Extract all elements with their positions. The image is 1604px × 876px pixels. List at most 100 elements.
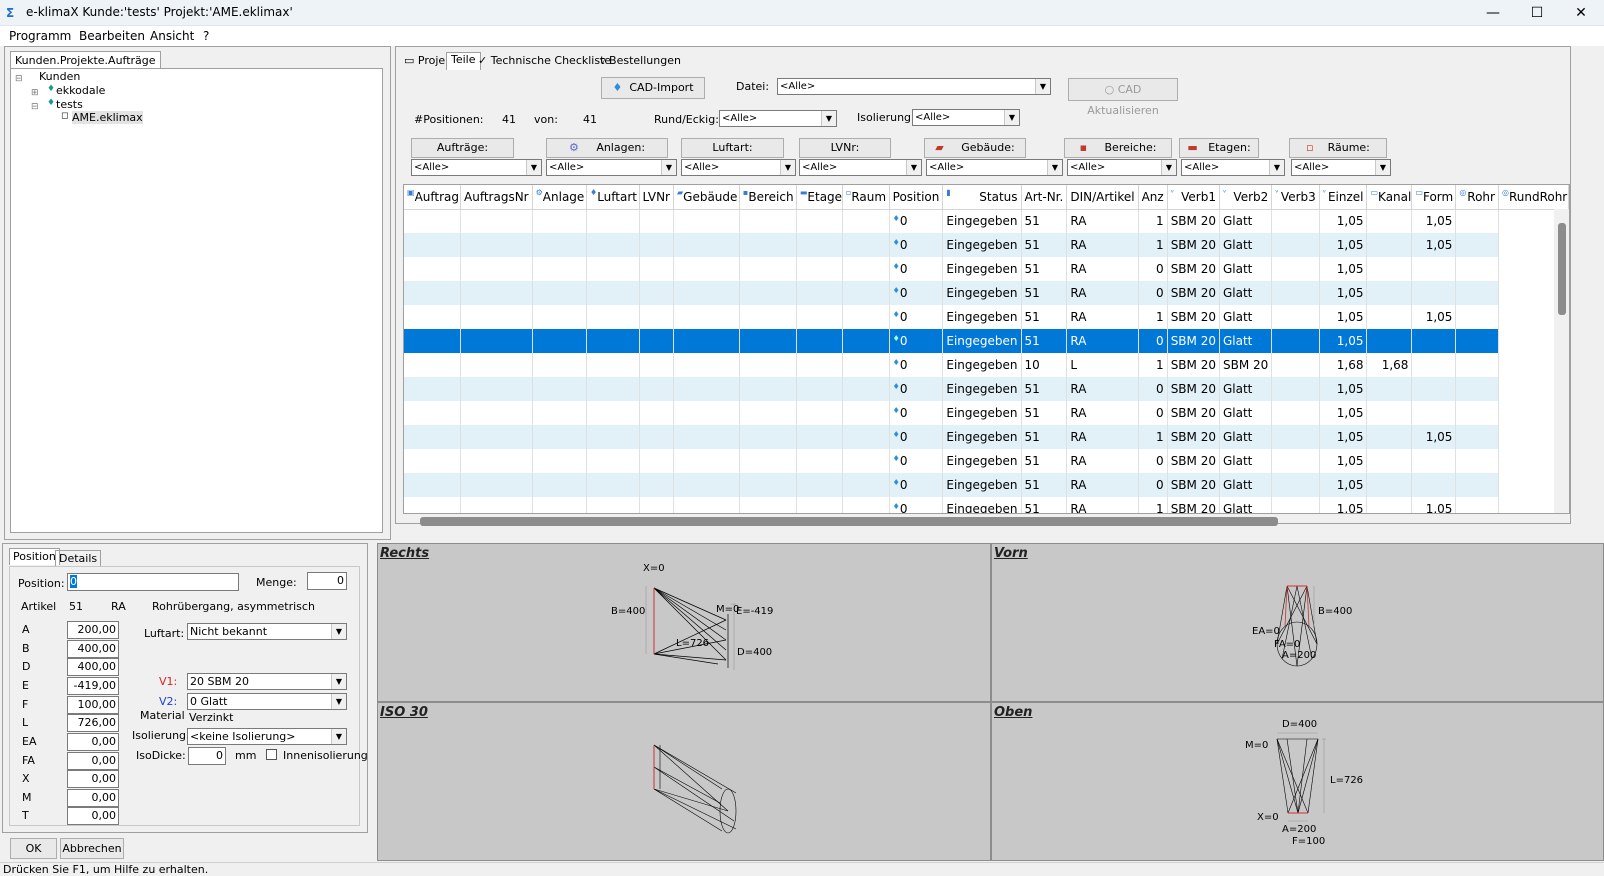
tab-checkliste[interactable]: ✓ Technische Checkliste (478, 54, 611, 67)
column-header[interactable]: LVNr (639, 185, 674, 210)
abbrechen-button[interactable]: Abbrechen (60, 838, 124, 859)
filter-auftraege-select[interactable]: <Alle> ▼ (411, 159, 542, 176)
column-header[interactable]: Position (889, 185, 944, 210)
tree-item-tests[interactable]: tests (56, 98, 83, 111)
column-header[interactable]: ▭ Kanal (1366, 185, 1413, 210)
table-row[interactable]: ♦0 Eingegeben 51 RA 0 SBM 20 Glatt 1,05 (404, 401, 1569, 425)
column-header[interactable]: ▰ Gebäude (673, 185, 740, 210)
table-row[interactable]: ♦0 Eingegeben 10 L 1 SBM 20 SBM 20 1,68 1,68 (404, 353, 1569, 377)
table-row[interactable]: ♦0 Eingegeben 51 RA 1 SBM 20 Glatt 1,05 1,05 (404, 233, 1569, 257)
table-row[interactable]: ♦0 Eingegeben 51 RA 1 SBM 20 Glatt 1,05 1,05 (404, 209, 1569, 233)
table-row[interactable]: ♦0 Eingegeben 51 RA 0 SBM 20 Glatt 1,05 (404, 449, 1569, 473)
column-header[interactable]: ♦ Luftart (586, 185, 640, 210)
param-input[interactable]: 0,00 (67, 770, 119, 788)
menu-bearbeiten[interactable]: Bearbeiten (79, 29, 145, 43)
column-header[interactable]: ▣ Auftrag (404, 185, 462, 210)
minimize-button[interactable]: — (1470, 0, 1516, 26)
filter-luftart-select[interactable]: <Alle> ▼ (681, 159, 796, 176)
position-input[interactable]: 0 (67, 573, 239, 591)
tab-kunden[interactable]: Kunden.Projekte.Aufträge (10, 51, 161, 68)
param-input[interactable]: 400,00 (67, 640, 119, 658)
filter-bereiche-select[interactable]: <Alle> ▼ (1067, 159, 1177, 176)
table-row[interactable]: ♦0 Eingegeben 51 RA 0 SBM 20 Glatt 1,05 (404, 473, 1569, 497)
filter-auftraege-button[interactable]: Aufträge: (411, 138, 514, 158)
table-row[interactable]: ♦0 Eingegeben 51 RA 0 SBM 20 Glatt 1,05 (404, 377, 1569, 401)
innenisolierung-checkbox[interactable] (266, 749, 277, 760)
column-header[interactable]: ᵛ Verb3 (1271, 185, 1320, 210)
table-row[interactable]: ♦0 Eingegeben 51 RA 1 SBM 20 Glatt 1,05 1,05 (404, 425, 1569, 449)
datei-select[interactable]: <Alle> ▼ (777, 78, 1051, 95)
isodicke-input[interactable]: 0 (188, 747, 226, 765)
filter-lvnr-button[interactable]: LVNr: (799, 138, 891, 158)
tab-bestellungen[interactable]: ▿ Bestellungen (600, 54, 681, 67)
param-input[interactable]: 200,00 (67, 621, 119, 639)
ok-button[interactable]: OK (10, 838, 57, 859)
column-header[interactable]: AuftragsNr (460, 185, 533, 210)
param-input[interactable]: 0,00 (67, 789, 119, 807)
column-header[interactable]: ◎ Rohr (1455, 185, 1499, 210)
param-input[interactable]: 0,00 (67, 752, 119, 770)
menu-ansicht[interactable]: Ansicht (150, 29, 194, 43)
filter-bereiche-button[interactable]: ▪ Bereiche: (1064, 138, 1172, 158)
filter-raeume-select[interactable]: <Alle> ▼ (1291, 159, 1391, 176)
collapse-icon[interactable]: ⊟ (31, 102, 39, 112)
luftart-select[interactable]: Nicht bekannt ▼ (187, 623, 347, 640)
menu-help[interactable]: ? (203, 29, 209, 43)
column-header[interactable]: ▫ Raum (842, 185, 890, 210)
param-input[interactable]: 0,00 (67, 807, 119, 825)
parts-grid[interactable]: ▣ Auftrag AuftragsNr ⚙ Anlage ♦ Luftart LVNr ▰ Ge… (403, 184, 1570, 514)
tab-details[interactable]: Details (55, 550, 102, 566)
filter-etagen-button[interactable]: ▬ Etagen: (1179, 138, 1259, 158)
tab-teile[interactable]: Teile (446, 52, 481, 70)
column-header[interactable]: Art-Nr. (1021, 185, 1068, 210)
table-row[interactable]: ♦0 Eingegeben 51 RA 1 SBM 20 Glatt 1,05 1,05 (404, 305, 1569, 329)
column-header[interactable]: ▪ Bereich (739, 185, 797, 210)
table-row[interactable]: ♦0 Eingegeben 51 RA 0 SBM 20 Glatt 1,05 (404, 281, 1569, 305)
menu-programm[interactable]: Programm (9, 29, 71, 43)
table-row[interactable]: ♦0 Eingegeben 51 RA 0 SBM 20 Glatt 1,05 (404, 257, 1569, 281)
filter-luftart-button[interactable]: Luftart: (681, 138, 784, 158)
filter-anlagen-button[interactable]: ⚙ Anlagen: (546, 138, 668, 158)
tree-root[interactable]: Kunden (39, 70, 80, 83)
close-button[interactable]: ✕ (1558, 0, 1604, 26)
filter-etagen-select[interactable]: <Alle> ▼ (1181, 159, 1285, 176)
filter-raeume-button[interactable]: ▫ Räume: (1289, 138, 1387, 158)
cad-update-button[interactable]: ○ CAD Aktualisieren (1068, 78, 1178, 117)
horizontal-scroll-thumb[interactable] (420, 517, 1278, 526)
param-input[interactable]: -419,00 (67, 677, 119, 695)
filter-anlagen-select[interactable]: <Alle> ▼ (546, 159, 677, 176)
column-header[interactable]: ▭ Form (1411, 185, 1457, 210)
filter-gebaeude-button[interactable]: ▰ Gebäude: (924, 138, 1026, 158)
menge-input[interactable]: 0 (307, 572, 347, 590)
column-header[interactable]: ◎ RundRohr (1498, 185, 1569, 210)
param-input[interactable]: 400,00 (67, 658, 119, 676)
collapse-icon[interactable]: ⊟ (15, 74, 23, 84)
scroll-thumb[interactable] (1558, 223, 1566, 315)
rund-select[interactable]: <Alle> ▼ (719, 110, 837, 127)
filter-lvnr-select[interactable]: <Alle> ▼ (799, 159, 922, 176)
table-row[interactable]: ♦0 Eingegeben 51 RA 1 SBM 20 Glatt 1,05 1,05 (404, 497, 1569, 513)
v1-select[interactable]: 20 SBM 20 ▼ (187, 673, 347, 690)
tree-item-project[interactable]: AME.eklimax (72, 111, 143, 124)
tree-item-ekkodale[interactable]: ekkodale (56, 84, 105, 97)
filter-gebaeude-select[interactable]: <Alle> ▼ (926, 159, 1063, 176)
iso-filter-select[interactable]: <Alle> ▼ (912, 109, 1020, 126)
column-header[interactable]: DIN/Artikel (1066, 185, 1139, 210)
param-input[interactable]: 0,00 (67, 733, 119, 751)
table-row[interactable]: ♦0 Eingegeben 51 RA 0 SBM 20 Glatt 1,05 (404, 329, 1569, 353)
tab-position[interactable]: Position (9, 548, 60, 565)
column-header[interactable]: ⚙ Anlage (532, 185, 588, 210)
isolierung-select[interactable]: <keine Isolierung> ▼ (187, 728, 347, 745)
expand-icon[interactable]: ⊞ (31, 88, 39, 98)
cad-import-button[interactable]: ♦ CAD-Import (601, 77, 705, 99)
column-header[interactable]: ▬ Etage (796, 185, 843, 210)
column-header[interactable]: ᵛ Einzel (1319, 185, 1368, 210)
column-header[interactable]: Anz (1138, 185, 1168, 210)
param-input[interactable]: 726,00 (67, 714, 119, 732)
vertical-scrollbar[interactable] (1554, 209, 1569, 513)
maximize-button[interactable]: ☐ (1514, 0, 1560, 26)
column-header[interactable]: ▮ Status (942, 185, 1022, 210)
column-header[interactable]: ᵛ Verb1 (1167, 185, 1220, 210)
v2-select[interactable]: 0 Glatt ▼ (187, 693, 347, 710)
column-header[interactable]: ᵛ Verb2 (1219, 185, 1273, 210)
